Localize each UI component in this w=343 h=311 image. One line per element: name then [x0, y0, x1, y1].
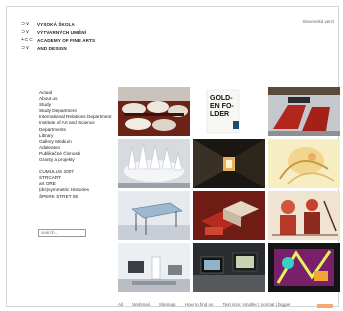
- main-navigation: Actual About us Study Study Department I…: [39, 90, 119, 200]
- gallery-tile-red-installation[interactable]: [268, 87, 340, 136]
- tile-image: [193, 139, 265, 188]
- footer-link-sitemap[interactable]: Sitemap: [159, 302, 176, 307]
- academy-logo[interactable]: ⊃ ∨ VYSOKÁ ŠKOLA ⊃ ∨ VÝTVARNÝCH UMĚNÍ + …: [21, 20, 95, 52]
- footer-link-all[interactable]: All: [118, 302, 123, 307]
- gallery-tile-shoes-bags[interactable]: [118, 87, 190, 136]
- gallery-tile-architecture-model[interactable]: [193, 191, 265, 240]
- footer-badge[interactable]: [317, 304, 333, 308]
- footer-link-how-to-find-us[interactable]: How to find us: [185, 302, 214, 307]
- tile-image: [268, 243, 340, 292]
- gallery-tile-spiked-sculpture[interactable]: [118, 139, 190, 188]
- logo-row-3: + ⊂ ⊂ ACADEMY OF FINE ARTS: [21, 36, 95, 44]
- gallery-tile-exhibition-screen[interactable]: [193, 243, 265, 292]
- logo-mark-icon: ⊃ ∨: [21, 21, 29, 27]
- language-switch-link[interactable]: Slovenská verzi: [302, 19, 334, 24]
- image-gallery-grid: GOLD- EN FO- LDER: [118, 87, 340, 292]
- gallery-tile-golden-folder[interactable]: GOLD- EN FO- LDER: [193, 87, 265, 136]
- tile-image: [118, 243, 190, 292]
- tile-image: [193, 191, 265, 240]
- footer-links: All Webmail Sitemap How to find us Text …: [118, 302, 299, 307]
- gallery-tile-dark-corridor[interactable]: [193, 139, 265, 188]
- tile-image: [268, 139, 340, 188]
- logo-line-2: VÝTVARNÝCH UMĚNÍ: [37, 29, 86, 35]
- gallery-tile-pastel-drawing[interactable]: [268, 139, 340, 188]
- logo-mark-icon: ⊃ ∨: [21, 29, 29, 35]
- logo-line-4: AND DESIGN: [37, 45, 67, 51]
- search-input[interactable]: [38, 229, 86, 237]
- svg-text:LDER: LDER: [210, 111, 229, 118]
- logo-mark-icon: ⊃ ∨: [21, 45, 29, 51]
- logo-line-1: VYSOKÁ ŠKOLA: [37, 21, 75, 27]
- footer-text-size-controls[interactable]: Text size: smaller | normal | bigger: [222, 302, 290, 307]
- logo-row-4: ⊃ ∨ AND DESIGN: [21, 44, 95, 52]
- gallery-tile-glass-table[interactable]: [118, 191, 190, 240]
- footer-link-webmail[interactable]: Webmail: [132, 302, 149, 307]
- tile-image: [118, 139, 190, 188]
- svg-text:GOLD-: GOLD-: [210, 95, 233, 102]
- logo-row-2: ⊃ ∨ VÝTVARNÝCH UMĚNÍ: [21, 28, 95, 36]
- logo-mark-icon: + ⊂ ⊂: [21, 37, 33, 43]
- tile-image: GOLD- EN FO- LDER: [193, 87, 265, 136]
- gallery-tile-neon-graphic[interactable]: [268, 243, 340, 292]
- tile-image: [268, 191, 340, 240]
- nav-item-sperk-stret[interactable]: ŠPERK STRET 08: [39, 194, 119, 200]
- logo-row-1: ⊃ ∨ VYSOKÁ ŠKOLA: [21, 20, 95, 28]
- svg-text:EN FO-: EN FO-: [210, 103, 234, 110]
- gallery-tile-figures-painting[interactable]: [268, 191, 340, 240]
- tile-image: [268, 87, 340, 136]
- tile-image: [118, 191, 190, 240]
- tile-image: [118, 87, 190, 136]
- gallery-tile-gallery-room[interactable]: [118, 243, 190, 292]
- logo-line-3: ACADEMY OF FINE ARTS: [37, 37, 96, 43]
- tile-image: [193, 243, 265, 292]
